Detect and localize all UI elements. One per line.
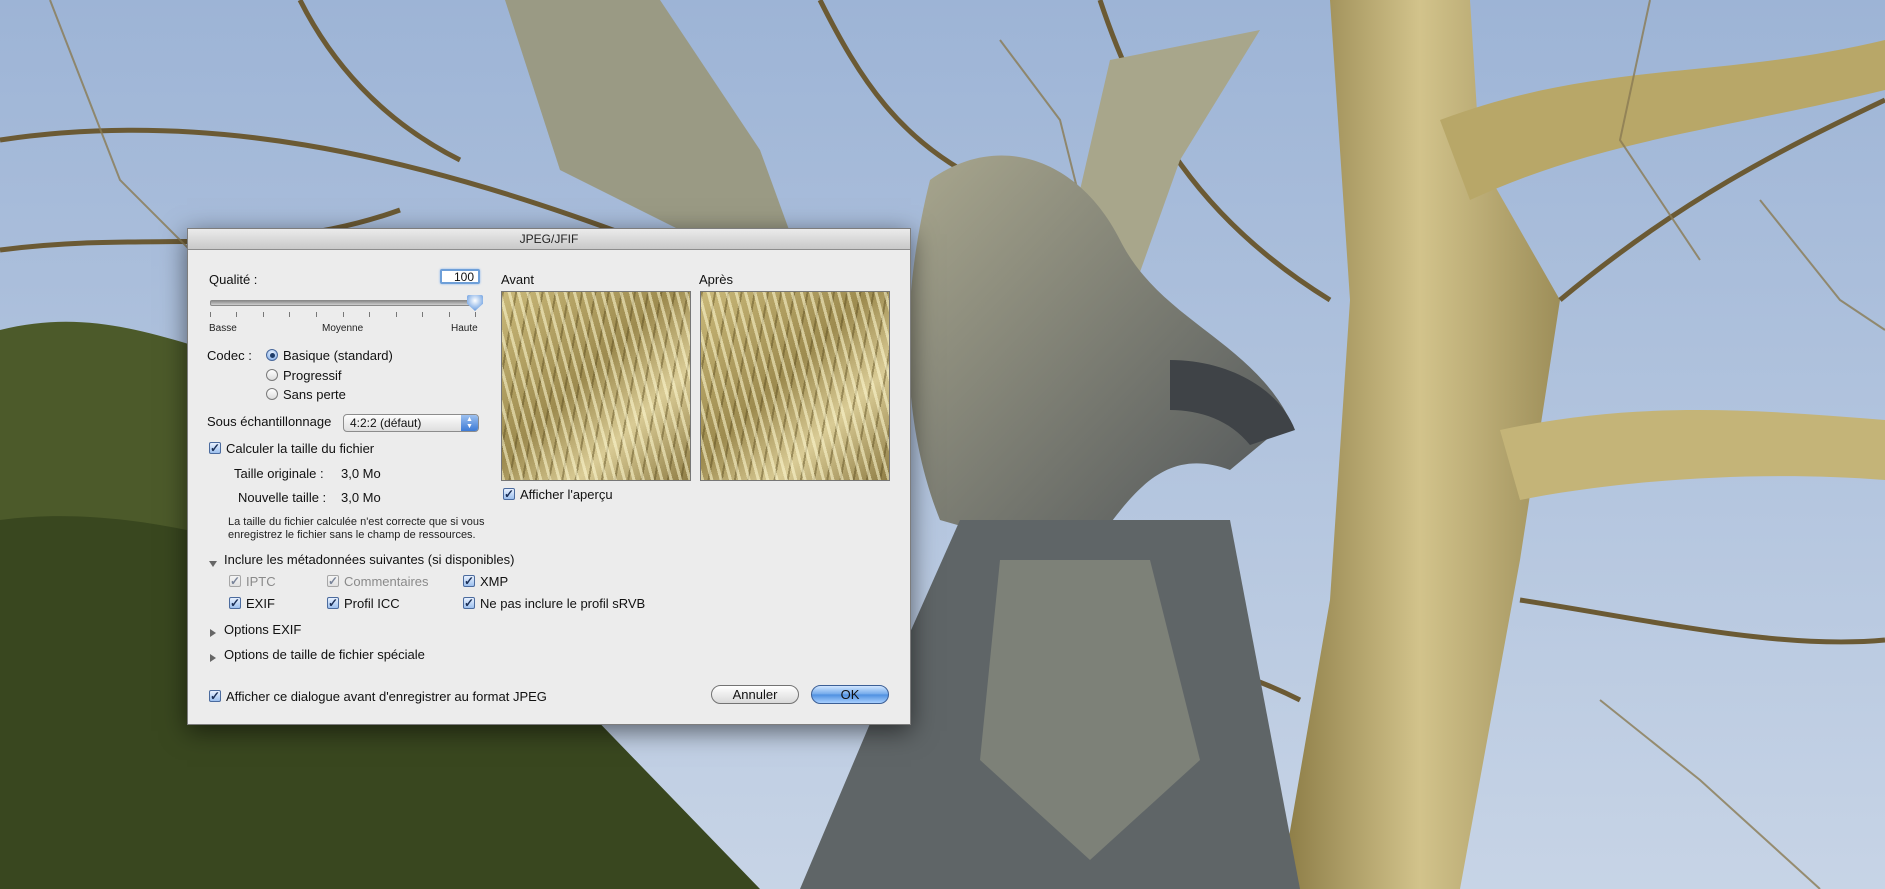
- preview-after-image[interactable]: [700, 291, 890, 481]
- calc-size-checkbox[interactable]: ✓: [209, 442, 221, 454]
- codec-progressive-radio[interactable]: [266, 369, 278, 381]
- exif-label[interactable]: EXIF: [246, 596, 275, 611]
- size-options-disclosure-icon[interactable]: [210, 650, 216, 665]
- exif-options-disclosure-icon[interactable]: [210, 625, 216, 640]
- subsampling-label: Sous échantillonnage: [207, 414, 332, 429]
- original-size-value: 3,0 Mo: [341, 466, 381, 481]
- cancel-button[interactable]: Annuler: [711, 685, 799, 704]
- preview-before-label: Avant: [501, 272, 535, 287]
- icc-checkbox[interactable]: ✓: [327, 597, 339, 609]
- subsampling-value: 4:2:2 (défaut): [350, 416, 422, 430]
- new-size-label: Nouvelle taille :: [238, 490, 327, 505]
- new-size-value: 3,0 Mo: [341, 490, 381, 505]
- quality-label: Qualité :: [209, 272, 258, 287]
- preview-after-label: Après: [699, 272, 733, 287]
- iptc-checkbox: ✓: [229, 574, 241, 588]
- subsampling-popup[interactable]: 4:2:2 (défaut) ▲ ▼: [343, 414, 479, 432]
- show-dialog-label[interactable]: Afficher ce dialogue avant d'enregistrer…: [226, 689, 547, 704]
- codec-label: Codec :: [207, 348, 252, 363]
- comments-checkbox: ✓: [327, 574, 339, 588]
- quality-input[interactable]: 100: [440, 269, 480, 284]
- no-srgb-checkbox[interactable]: ✓: [463, 597, 475, 609]
- exif-checkbox[interactable]: ✓: [229, 597, 241, 609]
- xmp-checkbox[interactable]: ✓: [463, 575, 475, 587]
- quality-low-label: Basse: [209, 323, 237, 334]
- quality-slider-knob[interactable]: [467, 295, 483, 311]
- quality-slider-track[interactable]: [210, 300, 477, 306]
- metadata-disclosure-icon[interactable]: [209, 555, 217, 570]
- codec-progressive-label[interactable]: Progressif: [283, 368, 342, 383]
- jpeg-options-dialog: JPEG/JFIF Qualité : 100 Basse Moyenne Ha…: [187, 228, 911, 725]
- codec-lossless-radio[interactable]: [266, 388, 278, 400]
- ok-button[interactable]: OK: [811, 685, 889, 704]
- quality-mid-label: Moyenne: [322, 323, 364, 334]
- preview-before-image[interactable]: [501, 291, 691, 481]
- quality-high-label: Haute: [451, 323, 478, 334]
- no-srgb-label[interactable]: Ne pas inclure le profil sRVB: [480, 596, 645, 611]
- calc-size-label[interactable]: Calculer la taille du fichier: [226, 441, 374, 456]
- codec-lossless-label[interactable]: Sans perte: [283, 387, 346, 402]
- size-options-label[interactable]: Options de taille de fichier spéciale: [224, 647, 425, 662]
- iptc-label: IPTC: [246, 574, 276, 589]
- metadata-header[interactable]: Inclure les métadonnées suivantes (si di…: [224, 552, 515, 567]
- show-dialog-checkbox[interactable]: ✓: [209, 690, 221, 702]
- xmp-label[interactable]: XMP: [480, 574, 508, 589]
- size-note: La taille du fichier calculée n'est corr…: [228, 516, 485, 541]
- quality-slider-ticks: [210, 312, 476, 318]
- show-preview-checkbox[interactable]: ✓: [503, 488, 515, 500]
- icc-label[interactable]: Profil ICC: [344, 596, 400, 611]
- dialog-title: JPEG/JFIF: [188, 229, 910, 250]
- original-size-label: Taille originale :: [234, 466, 324, 481]
- comments-label: Commentaires: [344, 574, 429, 589]
- codec-baseline-radio[interactable]: [266, 349, 278, 361]
- popup-arrows-icon: ▲ ▼: [461, 415, 478, 431]
- exif-options-label[interactable]: Options EXIF: [224, 622, 301, 637]
- show-preview-label[interactable]: Afficher l'aperçu: [520, 487, 613, 502]
- codec-baseline-label[interactable]: Basique (standard): [283, 348, 393, 363]
